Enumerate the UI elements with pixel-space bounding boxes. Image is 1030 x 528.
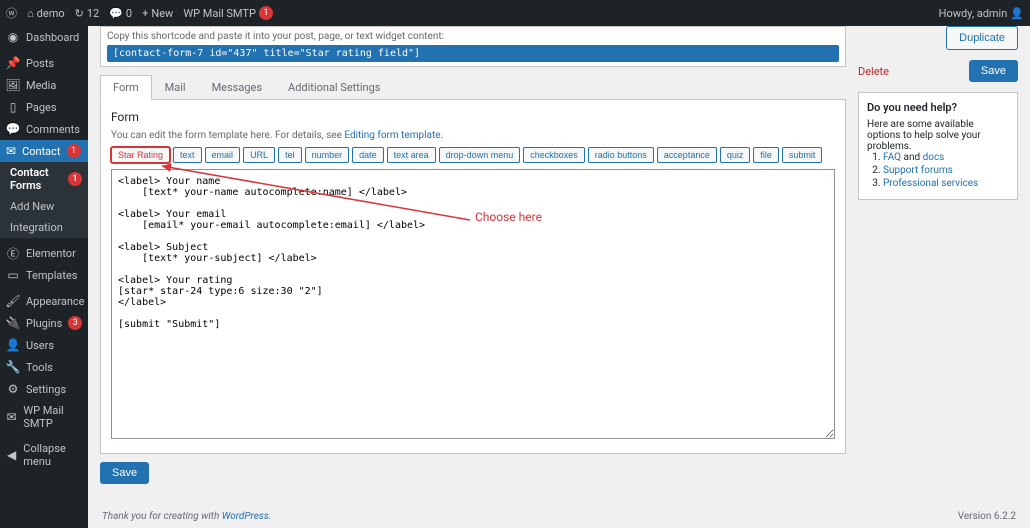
- smtp-icon: ✉: [6, 410, 17, 424]
- submenu-contact: Contact Forms 1 Add New Integration: [0, 162, 88, 238]
- tag-text[interactable]: text: [173, 147, 202, 163]
- save-button-bottom[interactable]: Save: [100, 462, 149, 484]
- collapse-menu[interactable]: ◀Collapse menu: [0, 438, 88, 472]
- comments-bubble[interactable]: 💬 0: [109, 7, 132, 20]
- submenu-add-new[interactable]: Add New: [0, 196, 88, 217]
- help-support-link[interactable]: Support forums: [883, 165, 953, 176]
- updates[interactable]: ↻ 12: [75, 7, 100, 20]
- templates-icon: ▭: [6, 268, 20, 282]
- settings-icon: ⚙: [6, 382, 20, 396]
- page-icon: ▯: [6, 100, 20, 114]
- form-template-textarea[interactable]: [111, 169, 835, 439]
- tools-icon: 🔧: [6, 360, 20, 374]
- tab-form[interactable]: Form: [100, 75, 152, 100]
- shortcode-hint: Copy this shortcode and paste it into yo…: [107, 31, 839, 42]
- tag-dropdown[interactable]: drop-down menu: [439, 147, 521, 163]
- pin-icon: 📌: [6, 56, 20, 70]
- submenu-integration[interactable]: Integration: [0, 217, 88, 238]
- menu-contact[interactable]: ✉Contact1▸: [0, 140, 88, 162]
- collapse-icon: ◀: [6, 448, 17, 462]
- tag-star-rating[interactable]: Star Rating: [111, 147, 170, 163]
- tag-number[interactable]: number: [305, 147, 350, 163]
- editing-template-link[interactable]: Editing form template: [344, 130, 440, 141]
- menu-media[interactable]: 🖼Media: [0, 74, 88, 96]
- tag-tel[interactable]: tel: [278, 147, 302, 163]
- new-content[interactable]: + New: [142, 7, 173, 20]
- help-title: Do you need help?: [867, 101, 1009, 114]
- menu-templates[interactable]: ▭Templates: [0, 264, 88, 286]
- users-icon: 👤: [6, 338, 20, 352]
- form-heading: Form: [111, 110, 835, 124]
- duplicate-button[interactable]: Duplicate: [946, 26, 1018, 50]
- elementor-icon: Ⓔ: [6, 246, 20, 260]
- admin-sidebar: ◉Dashboard 📌Posts 🖼Media ▯Pages 💬Comment…: [0, 26, 88, 528]
- menu-users[interactable]: 👤Users: [0, 334, 88, 356]
- admin-footer: Thank you for creating with WordPress. V…: [88, 504, 1030, 528]
- tab-additional-settings[interactable]: Additional Settings: [275, 75, 393, 100]
- wp-logo[interactable]: ⓦ: [6, 5, 17, 21]
- footer-version: Version 6.2.2: [958, 511, 1016, 522]
- submenu-contact-forms[interactable]: Contact Forms 1: [0, 162, 88, 196]
- howdy[interactable]: Howdy, admin 👤: [939, 7, 1024, 20]
- admin-bar: ⓦ ⌂ demo ↻ 12 💬 0 + New WP Mail SMTP 1 H…: [0, 0, 1030, 26]
- dashboard-icon: ◉: [6, 30, 20, 44]
- tag-radio[interactable]: radio buttons: [588, 147, 654, 163]
- mail-icon: ✉: [6, 144, 16, 158]
- menu-wpmailsmtp[interactable]: ✉WP Mail SMTP: [0, 400, 88, 434]
- help-pro-link[interactable]: Professional services: [883, 178, 978, 189]
- tag-acceptance[interactable]: acceptance: [657, 147, 717, 163]
- help-docs-link[interactable]: docs: [923, 152, 945, 163]
- menu-posts[interactable]: 📌Posts: [0, 52, 88, 74]
- tag-generator: Star Rating text email URL tel number da…: [111, 147, 835, 163]
- help-faq-link[interactable]: FAQ: [883, 152, 901, 163]
- tag-url[interactable]: URL: [243, 147, 275, 163]
- menu-dashboard[interactable]: ◉Dashboard: [0, 26, 88, 48]
- tag-quiz[interactable]: quiz: [720, 147, 751, 163]
- menu-elementor[interactable]: ⒺElementor: [0, 242, 88, 264]
- form-tabs: Form Mail Messages Additional Settings: [100, 75, 846, 100]
- menu-plugins[interactable]: 🔌Plugins3: [0, 312, 88, 334]
- shortcode-box: Copy this shortcode and paste it into yo…: [100, 26, 846, 67]
- comment-icon: 💬: [6, 122, 20, 136]
- menu-pages[interactable]: ▯Pages: [0, 96, 88, 118]
- site-name[interactable]: ⌂ demo: [27, 7, 65, 20]
- tag-file[interactable]: file: [753, 147, 779, 163]
- tag-textarea[interactable]: text area: [387, 147, 436, 163]
- menu-appearance[interactable]: 🖌Appearance: [0, 290, 88, 312]
- tag-checkboxes[interactable]: checkboxes: [523, 147, 585, 163]
- tab-mail[interactable]: Mail: [152, 75, 199, 100]
- shortcode-value[interactable]: [contact-form-7 id="437" title="Star rat…: [107, 45, 839, 62]
- save-button-side[interactable]: Save: [969, 60, 1018, 82]
- form-hint: You can edit the form template here. For…: [111, 130, 835, 141]
- footer-wp-link[interactable]: WordPress: [222, 511, 269, 522]
- main-content: Copy this shortcode and paste it into yo…: [88, 26, 1030, 528]
- tag-date[interactable]: date: [352, 147, 384, 163]
- menu-comments[interactable]: 💬Comments: [0, 118, 88, 140]
- brush-icon: 🖌: [6, 294, 20, 308]
- menu-settings[interactable]: ⚙Settings: [0, 378, 88, 400]
- tab-messages[interactable]: Messages: [199, 75, 275, 100]
- wp-mail-smtp-bar[interactable]: WP Mail SMTP 1: [183, 6, 273, 20]
- tag-submit[interactable]: submit: [782, 147, 823, 163]
- help-box: Do you need help? Here are some availabl…: [858, 92, 1018, 200]
- tag-email[interactable]: email: [205, 147, 241, 163]
- delete-link[interactable]: Delete: [858, 65, 889, 78]
- menu-tools[interactable]: 🔧Tools: [0, 356, 88, 378]
- help-text: Here are some available options to help …: [867, 119, 1009, 152]
- media-icon: 🖼: [6, 78, 20, 92]
- form-panel: Form You can edit the form template here…: [100, 99, 846, 454]
- plugin-icon: 🔌: [6, 316, 20, 330]
